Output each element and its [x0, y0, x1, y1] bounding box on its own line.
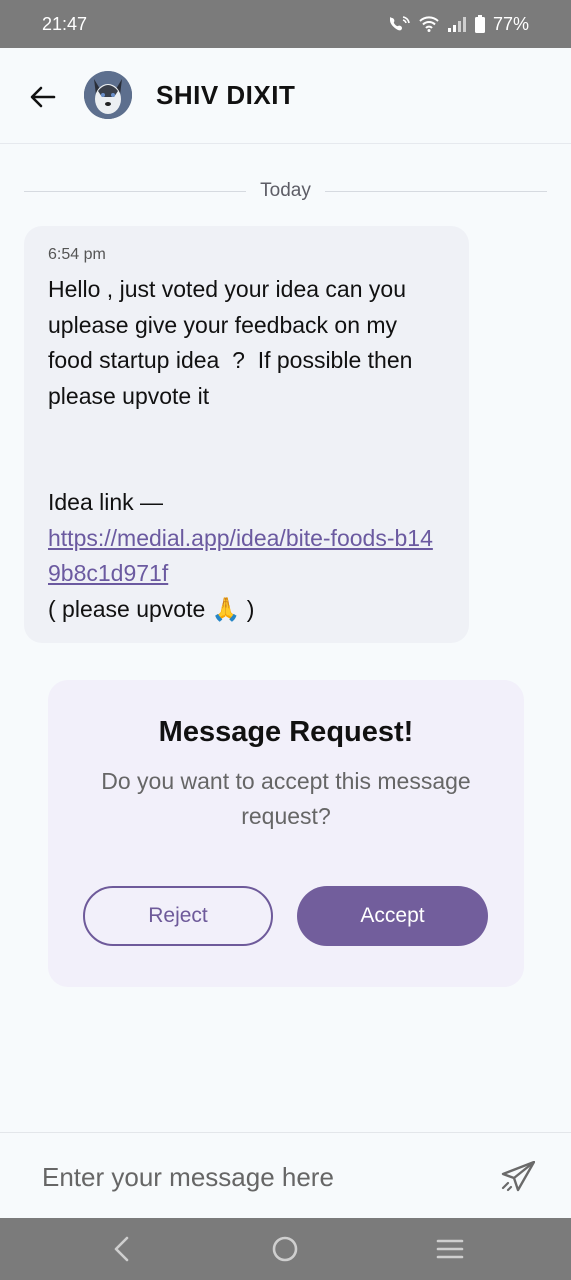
message-text: Hello , just voted your idea can you upl…: [48, 276, 413, 515]
divider-line: [324, 190, 548, 192]
message-time: 6:54 pm: [48, 246, 106, 263]
signal-icon: [447, 16, 467, 32]
circle-home-icon: [272, 1236, 298, 1262]
request-subtitle: Do you want to accept this message reque…: [101, 768, 471, 829]
message-footer-text: ( please upvote 🙏 ): [48, 595, 255, 622]
back-button[interactable]: [26, 80, 60, 114]
status-icons: 77%: [389, 14, 529, 35]
accept-button[interactable]: Accept: [297, 886, 488, 946]
reject-button[interactable]: Reject: [83, 886, 273, 946]
message-bubble: 6:54 pm Hello , just voted your idea can…: [24, 226, 469, 643]
chat-header: SHIV DIXIT: [0, 48, 571, 144]
request-title: Message Request!: [158, 716, 414, 748]
status-time: 21:47: [42, 13, 88, 34]
wifi-icon: [419, 16, 439, 32]
avatar[interactable]: [84, 71, 132, 119]
nav-home-button[interactable]: [270, 1234, 300, 1264]
system-nav-bar: [0, 1218, 571, 1280]
date-label: Today: [260, 180, 311, 201]
message-composer: [0, 1132, 571, 1218]
contact-name[interactable]: SHIV DIXIT: [156, 80, 295, 111]
wifi-call-icon: [389, 15, 411, 33]
dog-avatar-image: [84, 71, 132, 119]
arrow-left-icon: [30, 86, 56, 108]
send-button[interactable]: [498, 1157, 538, 1197]
nav-recents-button[interactable]: [435, 1234, 465, 1264]
nav-back-button[interactable]: [107, 1234, 137, 1264]
battery-level: 77%: [492, 13, 529, 34]
divider-line: [24, 190, 247, 192]
message-request-card: Message Request! Do you want to accept t…: [48, 680, 524, 987]
send-icon: [501, 1161, 535, 1192]
date-divider: Today: [24, 178, 548, 204]
message-input[interactable]: [42, 1155, 472, 1199]
chevron-left-icon: [114, 1236, 129, 1262]
battery-icon: [474, 15, 485, 33]
idea-link[interactable]: https://medial.app/idea/bite-foods-b149b…: [48, 521, 445, 592]
status-bar: 21:47 77%: [0, 0, 571, 48]
menu-lines-icon: [436, 1239, 464, 1259]
